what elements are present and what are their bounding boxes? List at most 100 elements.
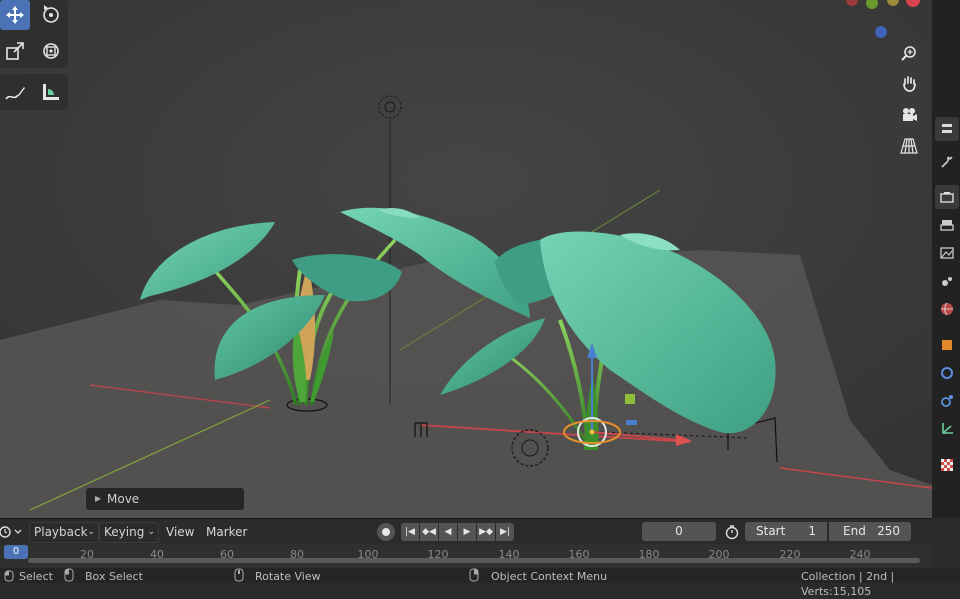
- jump-end-button[interactable]: ▶|: [496, 523, 514, 541]
- transform-tool-button[interactable]: [36, 36, 66, 66]
- chevron-down-icon: ⌄: [87, 527, 95, 537]
- timeline-scrollbar[interactable]: [28, 558, 920, 563]
- scene-icon: [942, 277, 952, 286]
- tab-physics[interactable]: [935, 389, 959, 413]
- physics-icon: [941, 395, 953, 407]
- play-icon: ▶: [463, 527, 471, 537]
- start-frame-label: Start: [756, 524, 786, 538]
- camera-view-button[interactable]: [896, 102, 922, 128]
- timeline-ruler[interactable]: 20 40 60 80 100 120 140 160 180 200 220 …: [0, 544, 932, 568]
- move-tool-button[interactable]: [0, 0, 30, 30]
- tab-object[interactable]: [935, 333, 959, 357]
- stopwatch-icon: [725, 525, 739, 540]
- zoom-button[interactable]: [896, 41, 922, 67]
- world-icon: [941, 302, 953, 316]
- record-icon: [382, 528, 390, 536]
- tool-settings-icon: [942, 124, 952, 133]
- start-frame-value: 1: [808, 524, 816, 538]
- jump-start-icon: |◀: [405, 527, 415, 537]
- tab-output[interactable]: [935, 213, 959, 237]
- scene-statistics: Collection | 2nd | Verts:15,105: [801, 570, 895, 598]
- tab-tool[interactable]: [935, 150, 959, 174]
- rotate-tool-button[interactable]: [36, 0, 66, 30]
- timeline-header: Playback ⌄ Keying ⌄ View Marker |◀ ◆◀ ◀ …: [0, 518, 932, 545]
- mouse-middle-icon: [234, 568, 244, 582]
- current-frame-indicator[interactable]: 0: [4, 545, 28, 559]
- current-frame-field[interactable]: 0: [642, 522, 716, 541]
- play-button[interactable]: ▶: [458, 523, 476, 541]
- status-rotate-view-hint: Rotate View: [255, 570, 321, 583]
- next-keyframe-button[interactable]: ▶◆: [477, 523, 495, 541]
- tab-modifiers[interactable]: [935, 361, 959, 385]
- editor-type-dropdown[interactable]: [0, 523, 24, 541]
- move-icon: [6, 6, 24, 24]
- toolbar-annotate: [0, 74, 68, 110]
- object-icon: [942, 340, 952, 350]
- operator-panel[interactable]: ▶ Move: [86, 488, 244, 510]
- measure-tool-button[interactable]: [36, 77, 66, 107]
- modifier-icon: [941, 367, 953, 379]
- playback-menu-label: Playback: [34, 525, 88, 539]
- marker-menu[interactable]: Marker: [206, 523, 247, 541]
- keying-menu[interactable]: Keying ⌄: [99, 522, 159, 543]
- status-bar: Select Box Select Rotate View Object Con…: [0, 568, 960, 598]
- measure-icon: [43, 84, 59, 100]
- scale-icon: [6, 42, 24, 60]
- end-frame-label: End: [843, 524, 866, 538]
- tab-view-layer[interactable]: [935, 241, 959, 265]
- tab-object-data[interactable]: [935, 417, 959, 441]
- use-preview-range-button[interactable]: [722, 523, 742, 541]
- printer-icon: [940, 220, 954, 231]
- record-button[interactable]: [377, 523, 395, 541]
- mouse-left-icon: [4, 570, 14, 582]
- zoom-icon: [901, 46, 916, 61]
- mouse-right-icon: [469, 568, 479, 582]
- status-context-menu-hint: Object Context Menu: [491, 570, 608, 583]
- status-select-hint: Select: [19, 570, 53, 583]
- operator-panel-label: Move: [107, 492, 140, 506]
- prev-keyframe-icon: ◆◀: [422, 527, 436, 537]
- play-reverse-icon: ◀: [444, 527, 452, 537]
- checker-texture-icon: [941, 459, 953, 471]
- end-frame-field[interactable]: End 250: [829, 522, 911, 541]
- jump-start-button[interactable]: |◀: [401, 523, 419, 541]
- status-box-select-hint: Box Select: [85, 570, 143, 583]
- annotate-tool-button[interactable]: [0, 77, 30, 107]
- clock-icon: [0, 526, 22, 538]
- prev-keyframe-button[interactable]: ◆◀: [420, 523, 438, 541]
- chevron-down-icon: ⌄: [147, 527, 155, 537]
- expand-triangle-icon: ▶: [95, 494, 102, 503]
- end-frame-value: 250: [877, 524, 900, 538]
- scale-tool-button[interactable]: [0, 36, 30, 66]
- perspective-grid-icon: [900, 138, 918, 154]
- tab-world[interactable]: [935, 297, 959, 321]
- start-frame-field[interactable]: Start 1: [745, 522, 827, 541]
- gizmo-neg-z-dot: [875, 26, 887, 38]
- camera-icon: [903, 108, 917, 121]
- axes-icon: [942, 423, 953, 434]
- properties-tab-strip: [932, 0, 960, 518]
- playback-menu[interactable]: Playback ⌄: [29, 522, 99, 543]
- keying-menu-label: Keying: [104, 525, 145, 539]
- view-menu[interactable]: View: [166, 523, 194, 541]
- transform-icon: [43, 43, 59, 59]
- tab-texture[interactable]: [935, 453, 959, 477]
- 3d-viewport[interactable]: ▶ Move: [0, 0, 932, 518]
- tab-render[interactable]: [935, 185, 959, 209]
- scene-render: [0, 0, 932, 518]
- perspective-toggle-button[interactable]: [896, 133, 922, 159]
- wrench-icon: [941, 156, 953, 168]
- play-reverse-button[interactable]: ◀: [439, 523, 457, 541]
- next-keyframe-icon: ▶◆: [479, 527, 493, 537]
- toolbar-transform: [0, 0, 68, 68]
- tab-tool-settings[interactable]: [935, 117, 959, 141]
- rotate-icon: [43, 5, 59, 23]
- mouse-drag-icon: [64, 568, 74, 582]
- render-camera-icon: [940, 192, 954, 203]
- tab-scene[interactable]: [935, 269, 959, 293]
- annotate-icon: [5, 87, 25, 100]
- jump-end-icon: ▶|: [500, 527, 510, 537]
- hand-pan-icon: [903, 76, 916, 92]
- pan-button[interactable]: [896, 71, 922, 97]
- image-icon: [940, 247, 954, 259]
